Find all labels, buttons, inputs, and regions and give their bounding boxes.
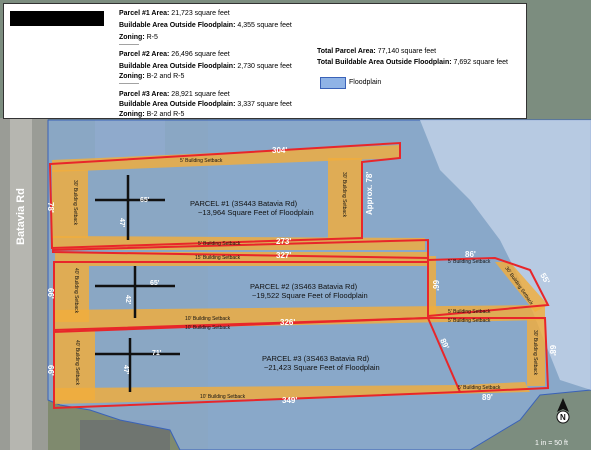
p3-build-line: Buildable Area Outside Floodplain: 3,337… bbox=[119, 101, 292, 108]
redacted-block bbox=[10, 11, 104, 26]
parcel1-sub: ~13,964 Square Feet of Floodplain bbox=[198, 208, 314, 217]
dim-89a: 89' bbox=[482, 393, 493, 402]
separator-1: ---------- bbox=[119, 42, 139, 48]
dim-78: 78' bbox=[46, 202, 55, 213]
dim-68: 68' bbox=[548, 345, 557, 356]
total-build-line: Total Buildable Area Outside Floodplain:… bbox=[317, 59, 509, 66]
separator-2: ---------- bbox=[119, 81, 139, 87]
dim-66b: 66' bbox=[46, 365, 55, 376]
dim-47: 47' bbox=[118, 218, 125, 228]
road-label: Batavia Rd bbox=[15, 188, 27, 245]
setback-label-right-mid: 5' Building Setback bbox=[448, 309, 491, 315]
setback-label-p2-left: 40' Building Setback bbox=[73, 268, 79, 314]
total-area-line: Total Parcel Area: 77,140 square feet bbox=[317, 48, 437, 55]
dim-42: 42' bbox=[124, 295, 131, 305]
dim-304: 304' bbox=[272, 146, 287, 155]
p1-build-line: Buildable Area Outside Floodplain: 4,355… bbox=[119, 22, 292, 29]
dim-327: 327' bbox=[276, 251, 291, 260]
setback-label-p2-bottom: 10' Building Setback bbox=[185, 316, 231, 322]
batavia-road-surface bbox=[10, 118, 32, 450]
scale-label: 1 in = 50 ft bbox=[535, 440, 568, 447]
parcel2-title: PARCEL #2 (3S463 Batavia Rd) bbox=[250, 282, 358, 291]
parcel1-title: PARCEL #1 (3S443 Batavia Rd) bbox=[190, 199, 298, 208]
p2-zone-line: Zoning: B-2 and R-5 bbox=[119, 73, 185, 80]
setback-label-right-bottom: 5' Building Setback bbox=[458, 385, 501, 391]
dim-71: 71' bbox=[152, 350, 162, 357]
dim-65a: 65' bbox=[140, 197, 150, 204]
p1-area-line: Parcel #1 Area: 21,723 square feet bbox=[119, 10, 230, 17]
setback-label-p1-left: 30' Building Setback bbox=[72, 180, 78, 226]
dim-66c: 66' bbox=[431, 280, 440, 291]
dim-66a: 66' bbox=[46, 288, 55, 299]
p2-area-line: Parcel #2 Area: 26,496 square feet bbox=[119, 51, 230, 58]
dim-47b: 47' bbox=[122, 365, 129, 375]
legend-box: Parcel #1 Area: 21,723 square feet Build… bbox=[3, 3, 527, 119]
approx-78: Approx. 78' bbox=[365, 172, 374, 215]
dim-86: 86' bbox=[465, 250, 476, 259]
setback-label-right-top: 5' Building Setback bbox=[448, 259, 491, 265]
parcel3-title: PARCEL #3 (3S463 Batavia Rd) bbox=[262, 354, 370, 363]
parcel2-sub: ~19,522 Square Feet of Floodplain bbox=[252, 291, 368, 300]
floodplain-swatch bbox=[320, 77, 346, 89]
setback-label-p1-right: 30' Building Setback bbox=[341, 172, 347, 218]
north-label: N bbox=[560, 413, 566, 422]
floodplain-legend-label: Floodplain bbox=[349, 79, 382, 86]
setback-label-p3-bottom: 10' Building Setback bbox=[200, 394, 246, 400]
setback-label-p3-top: 10' Building Setback bbox=[185, 325, 231, 331]
dim-349: 349' bbox=[282, 396, 297, 405]
setback-label-p2-top: 15' Building Setback bbox=[195, 255, 241, 261]
p3-area-line: Parcel #3 Area: 28,921 square feet bbox=[119, 91, 230, 98]
dim-65b: 65' bbox=[150, 280, 160, 287]
setback-label-p3-right: 30' Building Setback bbox=[532, 330, 538, 376]
setback-label-p3-left: 40' Building Setback bbox=[74, 340, 80, 386]
p2-build-line: Buildable Area Outside Floodplain: 2,730… bbox=[119, 63, 292, 70]
p1-zone-line: Zoning: R-5 bbox=[119, 34, 158, 41]
setback-label-top: 5' Building Setback bbox=[180, 158, 223, 164]
dim-273: 273' bbox=[276, 237, 291, 246]
setback-label-p1-bottom: 5' Building Setback bbox=[198, 241, 241, 247]
p3-zone-line: Zoning: B-2 and R-5 bbox=[119, 111, 185, 118]
dim-326: 326' bbox=[280, 318, 295, 327]
parcel3-sub: ~21,423 Square Feet of Floodplain bbox=[264, 363, 380, 372]
setback-label-right-mid2: 5' Building Setback bbox=[448, 318, 491, 324]
